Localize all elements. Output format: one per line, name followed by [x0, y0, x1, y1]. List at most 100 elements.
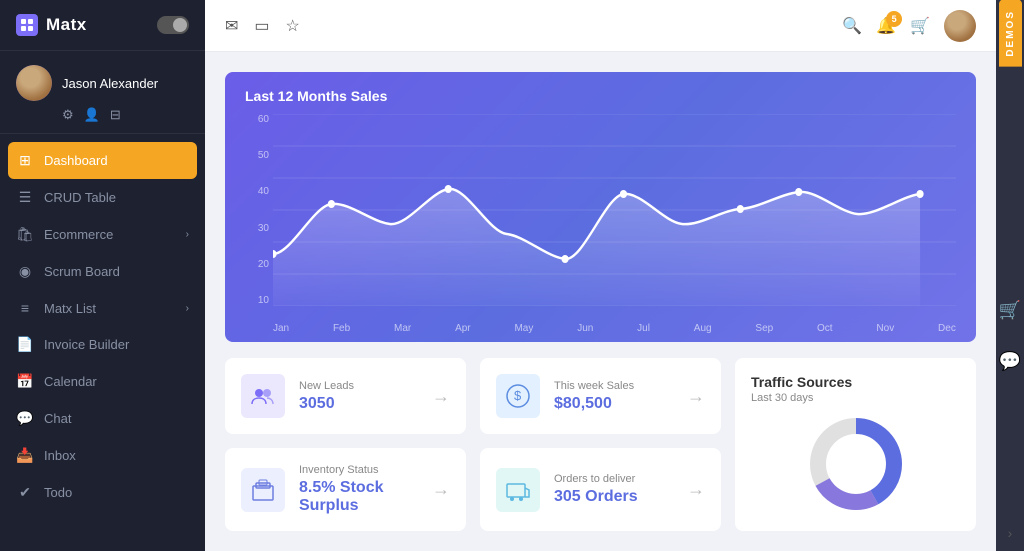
y-label-10: 10 — [245, 295, 269, 306]
sidebar: Matx Jason Alexander ⚙ 👤 ⊟ ⊞ Dashboard ☰… — [0, 0, 205, 551]
person-icon[interactable]: 👤 — [84, 107, 100, 123]
sidebar-item-matx-list[interactable]: ≡ Matx List › — [0, 290, 205, 326]
sales-icon-wrapper: $ — [496, 374, 540, 418]
stats-grid: New Leads 3050 → $ This week Sales $80,5… — [225, 358, 976, 531]
traffic-card: Traffic Sources Last 30 days — [735, 358, 976, 531]
y-label-30: 30 — [245, 223, 269, 234]
chat-icon: 💬 — [16, 410, 34, 427]
nav-label-inbox: Inbox — [44, 448, 76, 463]
stat-card-orders: Orders to deliver 305 Orders → — [480, 448, 721, 531]
inventory-icon — [249, 476, 277, 504]
sidebar-item-scrum-board[interactable]: ◉ Scrum Board — [0, 253, 205, 290]
search-icon[interactable]: 🔍 — [842, 16, 862, 36]
chart-title: Last 12 Months Sales — [245, 88, 956, 104]
leads-icon — [249, 382, 277, 410]
inventory-icon-wrapper — [241, 468, 285, 512]
orders-icon-wrapper — [496, 468, 540, 512]
cart-icon[interactable]: 🛒 — [910, 16, 930, 36]
mail-icon[interactable]: ✉ — [225, 16, 238, 36]
settings-icon[interactable]: ⚙ — [62, 107, 74, 123]
logo-icon — [16, 14, 38, 36]
y-label-50: 50 — [245, 150, 269, 161]
user-info: Jason Alexander — [16, 65, 158, 101]
sales-value: $80,500 — [554, 395, 673, 413]
x-label-jul: Jul — [637, 323, 650, 334]
sidebar-item-ecommerce[interactable]: 🛍 Ecommerce › — [0, 216, 205, 253]
chat-side-icon[interactable]: 💬 — [999, 351, 1021, 372]
topbar-left-icons: ✉ ▭ ☆ — [225, 16, 300, 36]
leads-value: 3050 — [299, 395, 418, 413]
x-label-dec: Dec — [938, 323, 956, 334]
browser-icon[interactable]: ▭ — [254, 16, 269, 36]
donut-svg — [806, 414, 906, 514]
chevron-right-side-icon[interactable]: › — [1008, 525, 1013, 541]
orders-value: 305 Orders — [554, 488, 673, 506]
exit-icon[interactable]: ⊟ — [110, 107, 121, 123]
nav-label-todo: Todo — [44, 485, 72, 500]
cart-side-icon[interactable]: 🛒 — [999, 300, 1021, 321]
y-label-60: 60 — [245, 114, 269, 125]
sidebar-header: Matx — [0, 0, 205, 51]
nav-label-chat: Chat — [44, 411, 71, 426]
x-label-nov: Nov — [876, 323, 894, 334]
todo-icon: ✔ — [16, 484, 34, 501]
inventory-content: Inventory Status 8.5% Stock Surplus — [299, 464, 418, 515]
sales-icon: $ — [504, 382, 532, 410]
user-name: Jason Alexander — [62, 76, 158, 91]
star-icon[interactable]: ☆ — [286, 16, 300, 36]
calendar-icon: 📅 — [16, 373, 34, 390]
nav-label-ecommerce: Ecommerce — [44, 227, 113, 242]
logo-svg — [20, 18, 34, 32]
board-icon: ◉ — [16, 263, 34, 280]
inventory-value: 8.5% Stock Surplus — [299, 479, 418, 515]
leads-arrow-icon[interactable]: → — [432, 386, 450, 407]
avatar-img — [16, 65, 52, 101]
x-label-oct: Oct — [817, 323, 833, 334]
x-label-aug: Aug — [694, 323, 712, 334]
list-icon: ☰ — [16, 189, 34, 206]
donut-chart — [751, 414, 960, 514]
demos-label[interactable]: DEMOS — [999, 0, 1022, 67]
sidebar-item-invoice-builder[interactable]: 📄 Invoice Builder — [0, 326, 205, 363]
sidebar-item-crud-table[interactable]: ☰ CRUD Table — [0, 179, 205, 216]
orders-label: Orders to deliver — [554, 473, 673, 485]
orders-content: Orders to deliver 305 Orders — [554, 473, 673, 506]
nav-label-invoice-builder: Invoice Builder — [44, 337, 129, 352]
chart-card: Last 12 Months Sales — [225, 72, 976, 342]
orders-icon — [504, 476, 532, 504]
theme-toggle[interactable] — [157, 16, 189, 34]
sales-arrow-icon[interactable]: → — [687, 386, 705, 407]
notification-badge: 5 — [886, 11, 902, 27]
y-axis: 60 50 40 30 20 10 — [245, 114, 269, 306]
topbar-avatar[interactable] — [944, 10, 976, 42]
user-actions: ⚙ 👤 ⊟ — [16, 107, 121, 123]
sales-label: This week Sales — [554, 380, 673, 392]
demos-panel: DEMOS 🛒 💬 › — [996, 0, 1024, 551]
sales-content: This week Sales $80,500 — [554, 380, 673, 413]
x-label-feb: Feb — [333, 323, 350, 334]
sidebar-item-dashboard[interactable]: ⊞ Dashboard — [8, 142, 197, 179]
chevron-right-icon-2: › — [186, 303, 189, 314]
sidebar-item-inbox[interactable]: 📥 Inbox — [0, 437, 205, 474]
orders-arrow-icon[interactable]: → — [687, 479, 705, 500]
x-label-jan: Jan — [273, 323, 289, 334]
sidebar-item-chat[interactable]: 💬 Chat — [0, 400, 205, 437]
nav-label-dashboard: Dashboard — [44, 153, 108, 168]
sales-chart — [273, 114, 956, 306]
sidebar-item-todo[interactable]: ✔ Todo — [0, 474, 205, 511]
y-label-40: 40 — [245, 186, 269, 197]
x-label-mar: Mar — [394, 323, 411, 334]
inbox-icon: 📥 — [16, 447, 34, 464]
x-axis: Jan Feb Mar Apr May Jun Jul Aug Sep Oct … — [273, 323, 956, 334]
notification-wrapper[interactable]: 🔔 5 — [876, 16, 896, 36]
avatar — [16, 65, 52, 101]
nav-label-crud-table: CRUD Table — [44, 190, 116, 205]
logo-area: Matx — [16, 14, 87, 36]
content-area: Last 12 Months Sales — [205, 52, 996, 551]
inventory-arrow-icon[interactable]: → — [432, 479, 450, 500]
traffic-title: Traffic Sources — [751, 374, 960, 390]
leads-icon-wrapper — [241, 374, 285, 418]
leads-label: New Leads — [299, 380, 418, 392]
nav-list: ⊞ Dashboard ☰ CRUD Table 🛍 Ecommerce › ◉… — [0, 134, 205, 551]
sidebar-item-calendar[interactable]: 📅 Calendar — [0, 363, 205, 400]
